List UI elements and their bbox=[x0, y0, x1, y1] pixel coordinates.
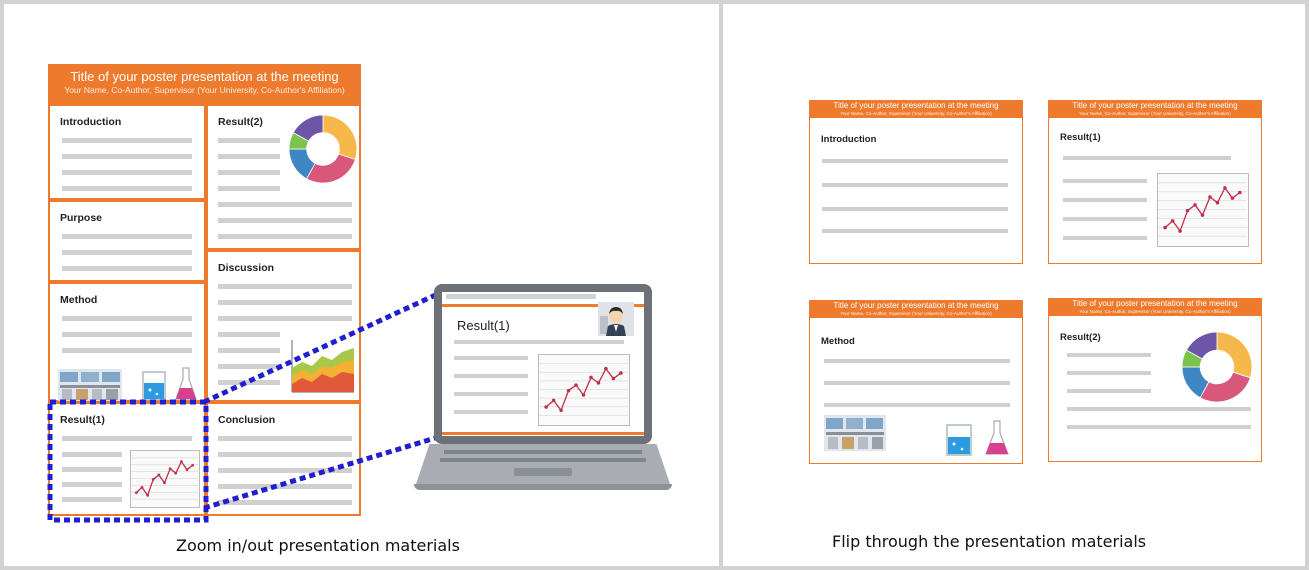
slide-label: Introduction bbox=[821, 134, 877, 145]
slide-title: Title of your poster presentation at the… bbox=[833, 101, 999, 110]
flip-panel: Title of your poster presentation at the… bbox=[719, 0, 1309, 570]
laptop-lid: Result(1) bbox=[434, 284, 652, 444]
laptop-line-chart bbox=[538, 354, 630, 426]
donut-slice bbox=[1199, 371, 1251, 403]
zoom-projection-bottom bbox=[203, 433, 443, 511]
beaker-icon bbox=[946, 424, 972, 456]
flip-caption: Flip through the presentation materials bbox=[832, 532, 1147, 551]
slide-label: Result(1) bbox=[1060, 132, 1101, 143]
zoom-selection-box bbox=[47, 399, 209, 523]
slide-header: Title of your poster presentation at the… bbox=[810, 301, 1022, 318]
slide-subtitle: Your Name, Co-Author, Supervisor (Your U… bbox=[840, 111, 992, 116]
slide-donut-chart bbox=[1181, 331, 1253, 403]
zoom-panel: Title of your poster presentation at the… bbox=[0, 0, 727, 570]
slide-subtitle: Your Name, Co-Author, Supervisor (Your U… bbox=[1079, 309, 1231, 314]
slide-line-chart bbox=[1157, 173, 1249, 247]
slide-result1[interactable]: Title of your poster presentation at the… bbox=[1048, 100, 1262, 264]
zoom-projection-top bbox=[202, 289, 444, 405]
slide-title: Title of your poster presentation at the… bbox=[833, 301, 999, 310]
presenter-avatar-icon bbox=[598, 302, 634, 336]
slide-label: Method bbox=[821, 336, 855, 347]
slide-header: Title of your poster presentation at the… bbox=[810, 101, 1022, 118]
flask-icon bbox=[985, 420, 1009, 455]
slide-label: Result(2) bbox=[1060, 332, 1101, 343]
laptop: Result(1) bbox=[414, 284, 674, 494]
laptop-slide-title: Result(1) bbox=[457, 318, 510, 333]
slide-method[interactable]: Title of your poster presentation at the… bbox=[809, 300, 1023, 464]
slide-title: Title of your poster presentation at the… bbox=[1072, 101, 1238, 110]
slide-introduction[interactable]: Title of your poster presentation at the… bbox=[809, 100, 1023, 264]
slide-header: Title of your poster presentation at the… bbox=[1049, 101, 1261, 118]
donut-slice bbox=[1216, 331, 1253, 379]
slide-subtitle: Your Name, Co-Author, Supervisor (Your U… bbox=[1079, 111, 1231, 116]
slide-subtitle: Your Name, Co-Author, Supervisor (Your U… bbox=[840, 311, 992, 316]
lab-photo-icon bbox=[824, 415, 886, 451]
zoom-caption: Zoom in/out presentation materials bbox=[176, 536, 460, 555]
laptop-trackpad bbox=[514, 468, 572, 476]
laptop-screen: Result(1) bbox=[442, 292, 644, 436]
slide-title: Title of your poster presentation at the… bbox=[1072, 299, 1238, 308]
slide-result2[interactable]: Title of your poster presentation at the… bbox=[1048, 298, 1262, 462]
slide-header: Title of your poster presentation at the… bbox=[1049, 299, 1261, 316]
